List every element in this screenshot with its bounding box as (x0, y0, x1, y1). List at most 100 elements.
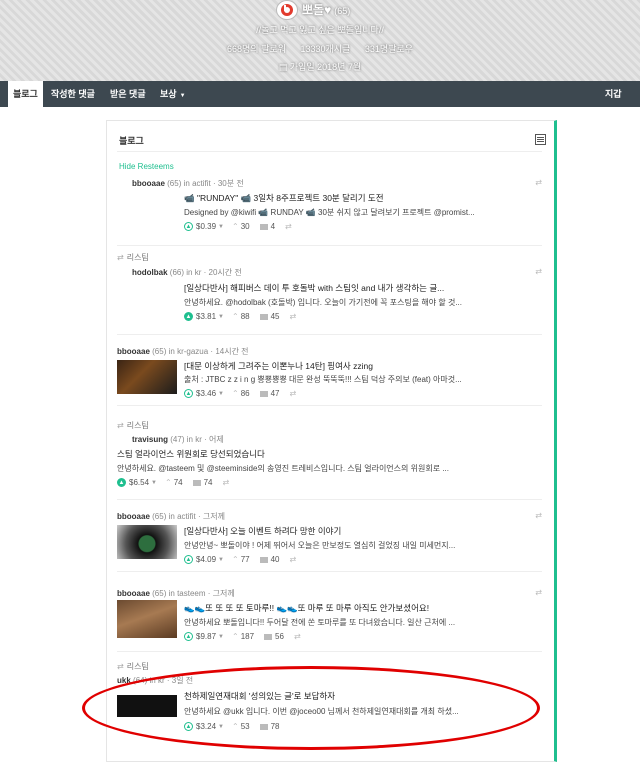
upvote-icon[interactable]: ▲ (184, 312, 193, 321)
chevron-down-icon[interactable]: ▼ (151, 480, 157, 486)
post-thumbnail[interactable] (117, 360, 177, 394)
post-time[interactable]: 그저께 (203, 512, 225, 521)
voters[interactable]: ⌃ 187 (232, 632, 254, 641)
comments[interactable]: 74 (192, 478, 213, 487)
upvote-icon[interactable]: ▲ (184, 389, 193, 398)
comments[interactable]: 45 (259, 312, 280, 321)
list-item: bbooaae (65) in actifit · 그저께 ⇄ [일상다반사] … (117, 508, 542, 578)
reblog-icon[interactable]: ⇄ (290, 312, 297, 321)
comments[interactable]: 78 (259, 722, 280, 731)
reblog-icon[interactable]: ⇄ (294, 632, 301, 641)
post-excerpt[interactable]: 안녕하세요 @ukk 입니다. 이번 @joceo00 님께서 천하제일연재대회… (184, 706, 514, 717)
author-link[interactable]: bbooaae (117, 589, 150, 598)
chevron-down-icon[interactable]: ▼ (218, 634, 224, 640)
tag-link[interactable]: actifit (192, 179, 211, 188)
tab-blog[interactable]: 블로그 (8, 81, 43, 107)
post-footer: ▲ $3.81 ▼ ⌃ 88 45 ⇄ (184, 312, 296, 321)
post-time[interactable]: 그저께 (213, 589, 235, 598)
payout[interactable]: $3.46 (196, 389, 216, 398)
voters[interactable]: ⌃ 53 (232, 722, 250, 731)
tab-comments-written[interactable]: 작성한 댓글 (51, 81, 95, 107)
payout[interactable]: $9.87 (196, 632, 216, 641)
post-thumbnail[interactable] (117, 695, 177, 717)
tab-rewards[interactable]: 보상 ▼ (160, 81, 186, 107)
payout[interactable]: $3.24 (196, 722, 216, 731)
upvote-icon[interactable]: ▲ (184, 632, 193, 641)
post-time[interactable]: 30분 전 (218, 179, 244, 188)
upvote-icon[interactable]: ▲ (184, 222, 193, 231)
followers-link[interactable]: 668명의 팔로워 (227, 44, 286, 54)
post-excerpt[interactable]: 안녕하세요. @hodolbak (호돌박) 입니다. 오늘이 가기전에 꼭 포… (184, 297, 524, 308)
voters[interactable]: ⌃ 88 (232, 312, 250, 321)
post-thumbnail[interactable] (117, 525, 177, 559)
upvote-icon[interactable]: ▲ (184, 722, 193, 731)
voters[interactable]: ⌃ 30 (232, 222, 250, 231)
post-title[interactable]: 📹 "RUNDAY" 📹 3일차 8주프로젝트 30분 달리기 도전 (184, 192, 524, 204)
reblog-icon[interactable]: ⇄ (290, 555, 297, 564)
tab-comments-received[interactable]: 받은 댓글 (110, 81, 146, 107)
post-title[interactable]: [일상다반사] 오늘 이벤트 하려다 망한 이야기 (184, 525, 524, 537)
avatar[interactable] (276, 0, 298, 20)
following-link[interactable]: 331명팔로우 (365, 44, 413, 54)
reblog-icon[interactable]: ⇄ (535, 267, 542, 276)
post-time[interactable]: 20시간 전 (209, 268, 242, 277)
post-thumbnail[interactable] (117, 600, 177, 638)
tag-link[interactable]: tasteem (177, 589, 205, 598)
tag-link[interactable]: kr (195, 435, 202, 444)
comments[interactable]: 40 (259, 555, 280, 564)
post-meta: bbooaae (65) in actifit · 그저께 (117, 512, 225, 521)
post-excerpt[interactable]: 안녕하세요. @tasteem 및 @steeminside의 송영진 트레비스… (117, 463, 537, 474)
tab-wallet[interactable]: 지갑 (605, 81, 622, 107)
reblog-icon[interactable]: ⇄ (290, 389, 297, 398)
post-excerpt[interactable]: 안녕하세요 뽀돌입니다!! 두어달 전에 쏜 토마루를 또 다녀왔습니다. 일산… (184, 617, 534, 628)
reblog-icon[interactable]: ⇄ (223, 478, 230, 487)
profile-nav: 블로그 작성한 댓글 받은 댓글 보상 ▼ 지갑 (0, 81, 640, 107)
tag-link[interactable]: kr (195, 268, 202, 277)
post-title[interactable]: [일상다반사] 해피버스 데이 투 호돌박 with 스팀잇 and 내가 생각… (184, 282, 524, 294)
post-excerpt[interactable]: 안녕안녕~ 뽀돌이야 ! 어제 뛰어서 오늘은 만보정도 열심히 걸었징 내일 … (184, 540, 524, 551)
author-link[interactable]: bbooaae (117, 512, 150, 521)
comment-icon (259, 313, 268, 320)
hide-resteems-link[interactable]: Hide Resteems (119, 162, 174, 171)
chevron-down-icon[interactable]: ▼ (218, 314, 224, 320)
voters[interactable]: ⌃ 86 (232, 389, 250, 398)
upvote-icon[interactable]: ▲ (184, 555, 193, 564)
chevron-down-icon[interactable]: ▼ (218, 391, 224, 397)
post-time[interactable]: 어제 (209, 435, 224, 444)
reblog-icon[interactable]: ⇄ (535, 511, 542, 520)
post-title[interactable]: [대문 이상하게 그려주는 이뽄누나 14탄] 핑여사 zzing (184, 360, 524, 372)
post-excerpt[interactable]: Designed by @kiwifi 📹 RUNDAY 📹 30분 쉬지 않고… (184, 207, 524, 218)
tag-link[interactable]: actifit (177, 512, 196, 521)
voters[interactable]: ⌃ 74 (165, 478, 183, 487)
post-excerpt[interactable]: 출처 : JTBC z z i n g 뿅뿅뿅뿅 대문 완성 뚝뚝뚝!!! 스팀… (184, 374, 524, 385)
tag-link[interactable]: kr (158, 676, 165, 685)
voters[interactable]: ⌃ 77 (232, 555, 250, 564)
profile-reputation: (65) (334, 6, 351, 16)
payout[interactable]: $3.81 (196, 312, 216, 321)
author-link[interactable]: travisung (132, 435, 168, 444)
chevron-down-icon[interactable]: ▼ (218, 224, 224, 230)
post-time[interactable]: 3일 전 (172, 676, 193, 685)
comments[interactable]: 56 (264, 632, 284, 641)
author-link[interactable]: hodolbak (132, 268, 168, 277)
payout[interactable]: $0.39 (196, 222, 216, 231)
comments[interactable]: 4 (259, 222, 275, 231)
reblog-icon[interactable]: ⇄ (535, 588, 542, 597)
author-link[interactable]: bbooaae (117, 347, 150, 356)
payout[interactable]: $4.09 (196, 555, 216, 564)
chevron-down-icon[interactable]: ▼ (218, 724, 224, 730)
author-link[interactable]: bbooaae (132, 179, 165, 188)
tag-link[interactable]: kr-gazua (177, 347, 208, 356)
comments[interactable]: 47 (259, 389, 280, 398)
post-title[interactable]: 천하제일연재대회 '성의있는 글'로 보답하자 (184, 690, 524, 702)
author-link[interactable]: ukk (117, 676, 131, 685)
reblog-icon[interactable]: ⇄ (285, 222, 292, 231)
post-title[interactable]: 스팀 얼라이언스 위원회로 당선되었습니다 (117, 448, 457, 460)
payout[interactable]: $6.54 (129, 478, 149, 487)
layout-toggle-icon[interactable] (535, 134, 546, 145)
chevron-down-icon[interactable]: ▼ (218, 557, 224, 563)
reblog-icon[interactable]: ⇄ (535, 178, 542, 187)
post-title[interactable]: 👟👟또 또 또 또 토마루!! 👟👟또 마루 또 마루 아직도 안가보셨어요! (184, 602, 524, 614)
post-time[interactable]: 14시간 전 (215, 347, 248, 356)
upvote-icon[interactable]: ▲ (117, 478, 126, 487)
